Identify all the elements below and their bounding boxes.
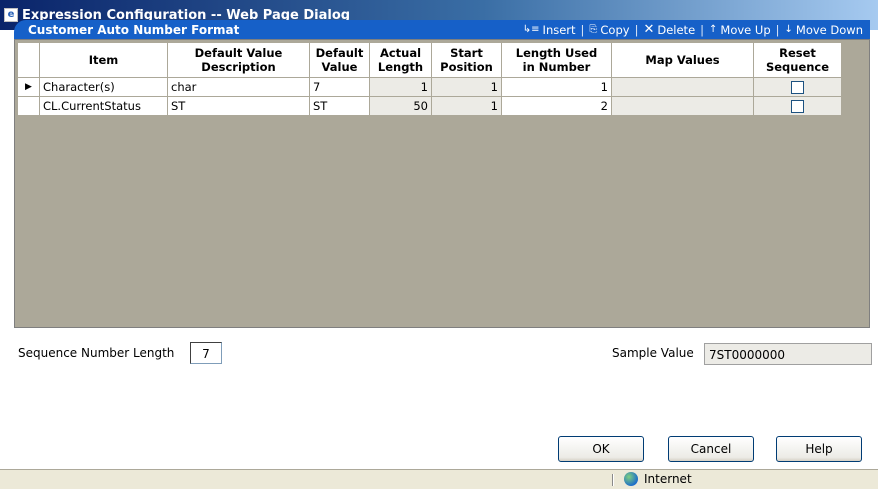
cell-item[interactable]: Character(s) [39,77,168,97]
copy-label: Copy [600,22,630,37]
cell-start-position: 1 [431,77,502,97]
column-header-start-position[interactable]: Start Position [431,42,502,78]
column-header-map-values[interactable]: Map Values [611,42,754,78]
move-up-button[interactable]: ↑ Move Up [706,23,774,37]
cell-start-position: 1 [431,96,502,116]
column-header-actual-length[interactable]: Actual Length [369,42,432,78]
delete-button[interactable]: ✕ Delete [640,22,698,37]
cell-map-values[interactable] [611,96,754,116]
column-header-reset-sequence[interactable]: Reset Sequence [753,42,842,78]
delete-icon: ✕ [643,22,655,37]
cell-actual-length: 1 [369,77,432,97]
arrow-up-icon: ↑ [709,24,718,35]
cell-description[interactable]: ST [167,96,310,116]
cell-description[interactable]: char [167,77,310,97]
column-header-default-value-description[interactable]: Default Value Description [167,42,310,78]
toolbar-separator: | [700,22,705,37]
panel-title: Customer Auto Number Format [28,22,240,37]
cell-default-value[interactable]: ST [309,96,370,116]
cell-reset-sequence [753,96,842,116]
reset-sequence-checkbox[interactable] [791,100,804,113]
ok-button[interactable]: OK [558,436,644,462]
move-down-button[interactable]: ↓ Move Down [782,23,866,37]
copy-icon: ⎘ [589,24,598,35]
insert-label: Insert [542,22,576,37]
column-header-default-value[interactable]: Default Value [309,42,370,78]
sequence-length-label: Sequence Number Length [18,346,175,360]
move-down-label: Move Down [795,22,863,37]
toolbar-separator: | [634,22,639,37]
grid-area: Item Default Value Description Default Val… [14,39,870,328]
status-bar: Internet [0,469,878,489]
toolbar: ↳≡ Insert | ⎘ Copy | ✕ Delete | ↑ Move U… [520,22,870,37]
sample-value-label: Sample Value [612,346,694,360]
cell-reset-sequence [753,77,842,97]
insert-icon: ↳≡ [522,24,540,35]
table-row[interactable]: CL.CurrentStatus ST ST 50 1 2 [17,96,842,116]
cell-length-used[interactable]: 2 [501,96,612,116]
sequence-length-input[interactable]: 7 [190,342,222,364]
cell-actual-length: 50 [369,96,432,116]
cancel-button[interactable]: Cancel [668,436,754,462]
reset-sequence-checkbox[interactable] [791,81,804,94]
grid-header-row: Item Default Value Description Default Val… [17,42,842,78]
cell-default-value[interactable]: 7 [309,77,370,97]
toolbar-separator: | [775,22,780,37]
move-up-label: Move Up [720,22,771,37]
cell-item[interactable]: CL.CurrentStatus [39,96,168,116]
column-header-item[interactable]: Item [39,42,168,78]
panel-header: Customer Auto Number Format ↳≡ Insert | … [14,20,870,39]
help-button[interactable]: Help [776,436,862,462]
security-zone: Internet [624,472,692,486]
format-grid: Item Default Value Description Default Val… [17,42,842,116]
insert-button[interactable]: ↳≡ Insert [520,23,579,37]
globe-icon [624,472,638,486]
row-selector-icon[interactable] [17,96,40,116]
cell-map-values[interactable] [611,77,754,97]
sample-value-field: 7ST0000000 [704,343,872,365]
toolbar-separator: | [580,22,585,37]
row-selector-header [17,42,40,78]
status-divider [612,474,614,486]
ie-page-icon: e [4,8,18,22]
table-row[interactable]: ▶ Character(s) char 7 1 1 1 [17,77,842,97]
delete-label: Delete [657,22,696,37]
row-selector-icon[interactable]: ▶ [17,77,40,97]
arrow-down-icon: ↓ [784,24,793,35]
cell-length-used[interactable]: 1 [501,77,612,97]
security-zone-label: Internet [644,472,692,486]
column-header-length-used[interactable]: Length Used in Number [501,42,612,78]
copy-button[interactable]: ⎘ Copy [586,23,632,37]
